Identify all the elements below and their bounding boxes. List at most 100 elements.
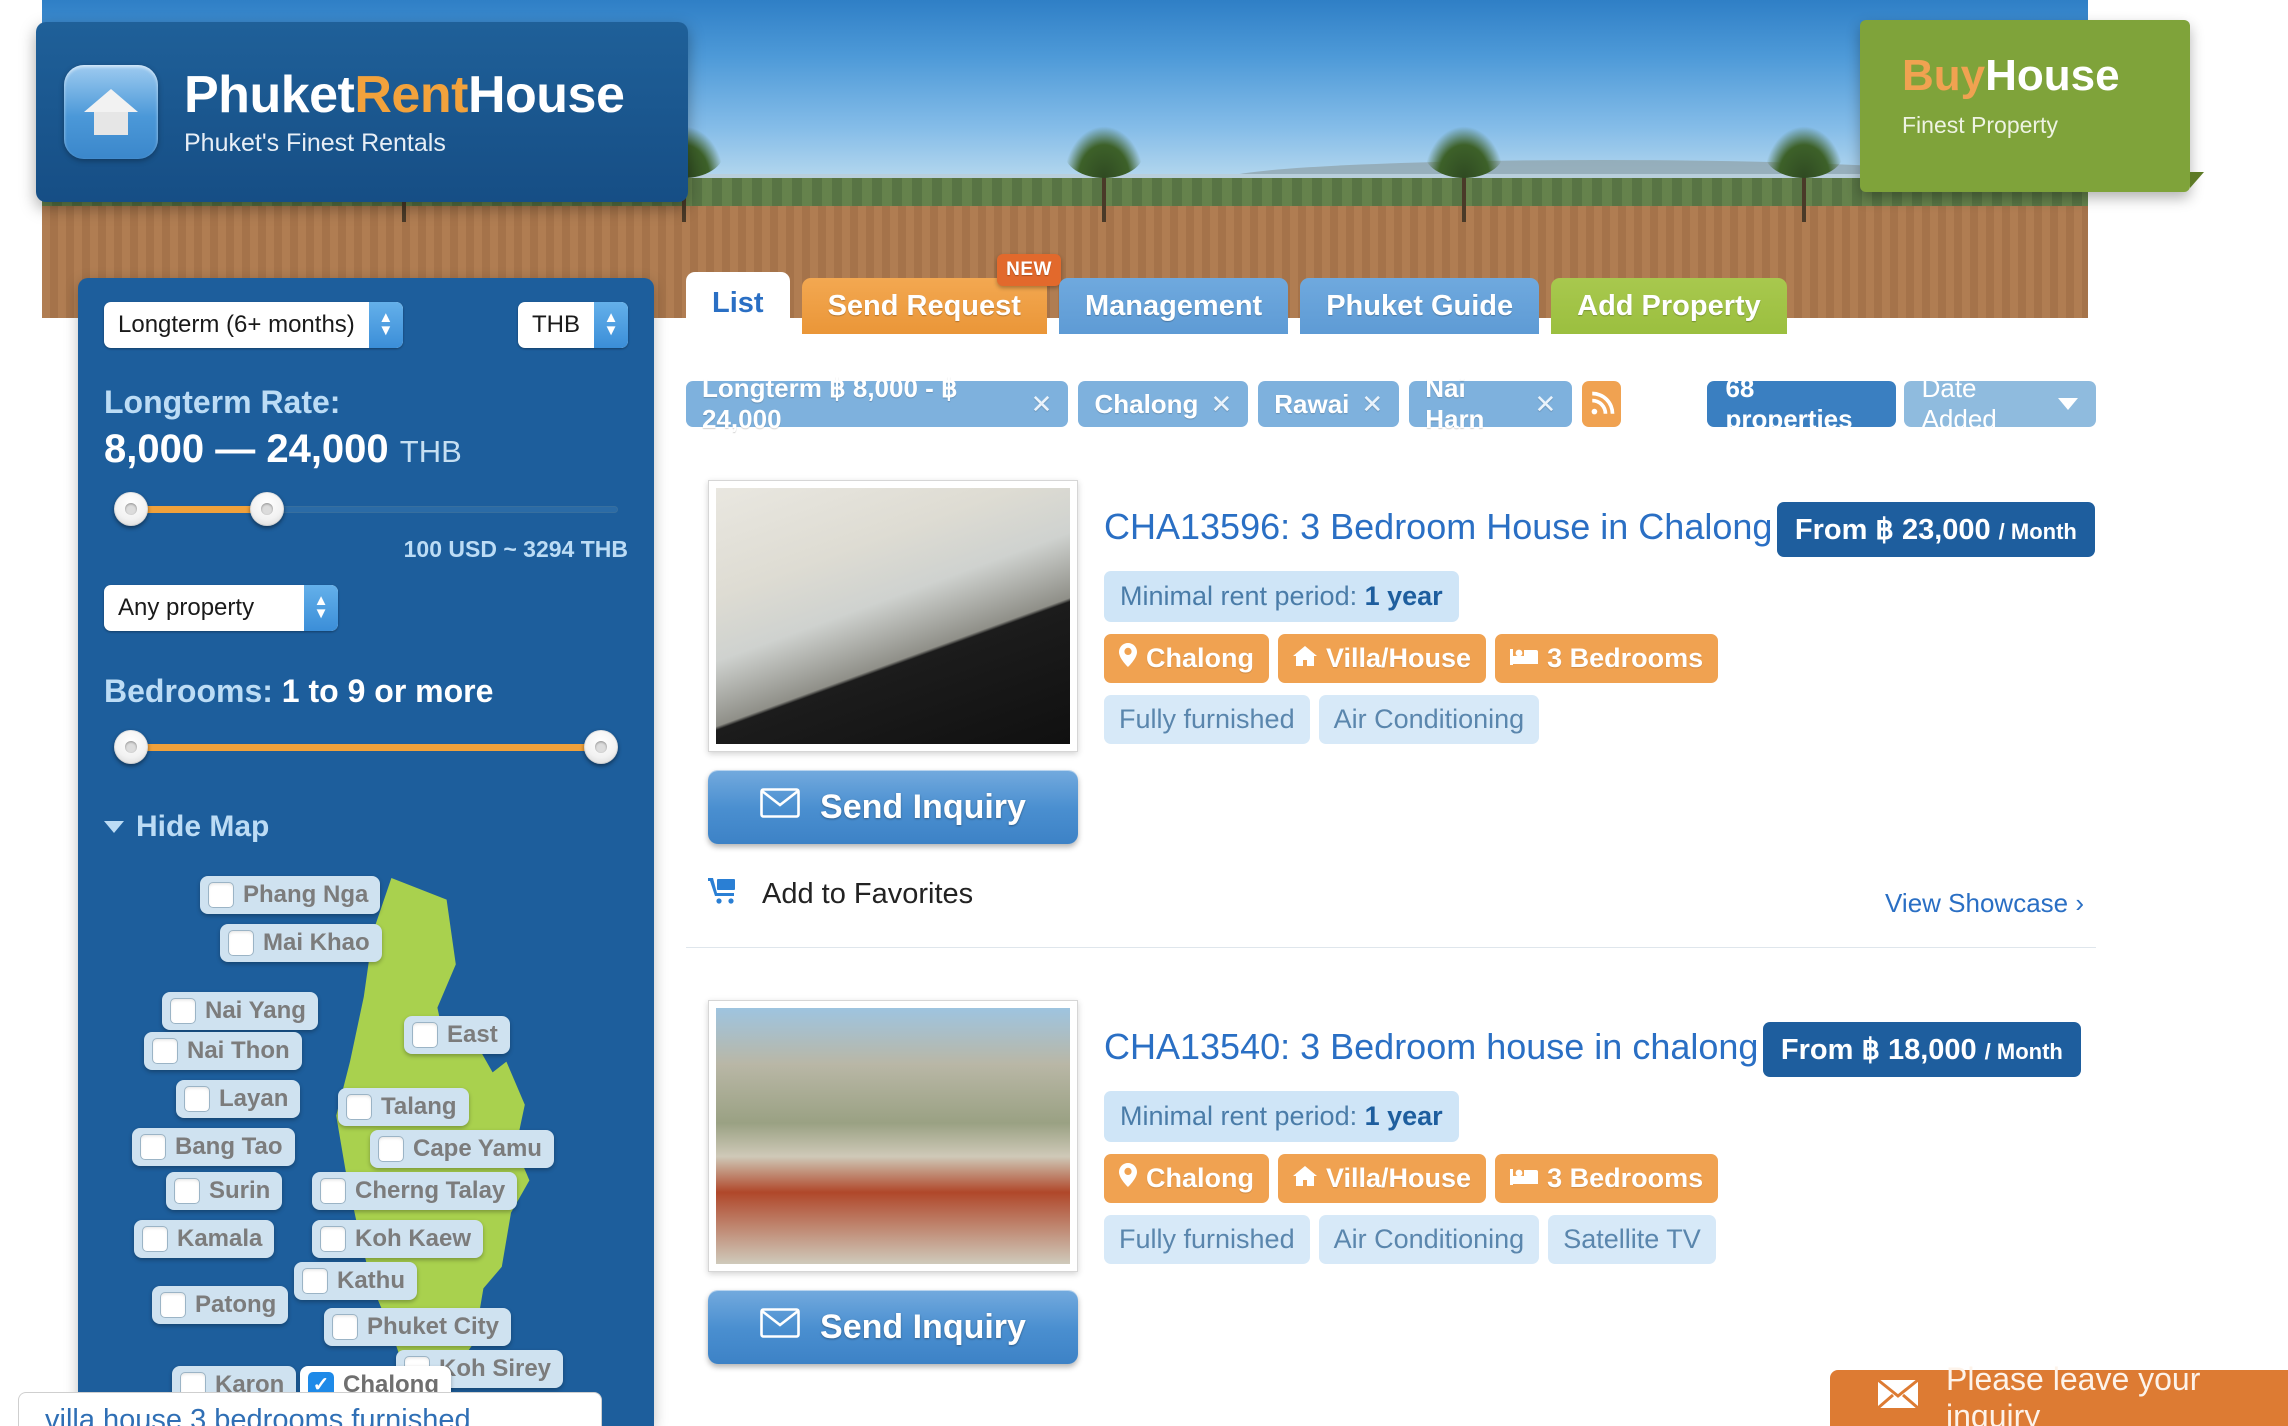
location-label: Kamala <box>177 1225 263 1252</box>
location-chip-koh-kaew[interactable]: Koh Kaew <box>312 1220 484 1258</box>
tab-management-label: Management <box>1084 289 1263 322</box>
logo-part-phuket: Phuket <box>184 65 355 124</box>
filter-tag-rawai[interactable]: Rawai ✕ <box>1258 381 1400 427</box>
site-logo-text: PhuketRentHouse Phuket's Finest Rentals <box>184 65 625 157</box>
tab-phuket-guide-label: Phuket Guide <box>1326 289 1514 322</box>
filter-tag-nai-harn[interactable]: Nai Harn ✕ <box>1409 373 1573 434</box>
location-chip-cape-yamu[interactable]: Cape Yamu <box>370 1130 554 1168</box>
filter-tag-chalong[interactable]: Chalong ✕ <box>1078 381 1249 427</box>
tab-phuket-guide[interactable]: Phuket Guide <box>1300 278 1540 334</box>
rate-label: Longterm Rate: <box>104 384 341 420</box>
location-chip-bang-tao[interactable]: Bang Tao <box>132 1128 295 1166</box>
location-chip-cherng-talay[interactable]: Cherng Talay <box>312 1172 518 1210</box>
checkbox[interactable] <box>152 1038 178 1064</box>
checkbox[interactable] <box>160 1292 186 1318</box>
slider-fill <box>131 506 267 513</box>
bedrooms-slider-max-handle[interactable] <box>584 730 618 764</box>
location-chip-talang[interactable]: Talang <box>338 1088 469 1126</box>
palm-tree-icon <box>1424 126 1504 222</box>
checkbox[interactable] <box>320 1178 346 1204</box>
checkbox[interactable] <box>346 1094 372 1120</box>
cart-icon <box>708 876 740 912</box>
rental-type-select[interactable]: Longterm (6+ months) ▲ ▼ <box>104 302 403 348</box>
envelope-icon <box>1876 1378 1920 1418</box>
location-label: Surin <box>209 1177 271 1204</box>
close-icon[interactable]: ✕ <box>1210 389 1232 420</box>
listing-thumbnail[interactable] <box>708 480 1078 752</box>
close-icon[interactable]: ✕ <box>1031 389 1053 420</box>
bedrooms-range-slider[interactable] <box>104 730 628 764</box>
checkbox[interactable] <box>378 1136 404 1162</box>
listing-title-link[interactable]: CHA13596: 3 Bedroom House in Chalong <box>1104 506 1772 547</box>
attribute-property-type: Villa/House <box>1278 1154 1487 1203</box>
site-tagline: Phuket's Finest Rentals <box>184 128 446 157</box>
checkbox[interactable] <box>332 1314 358 1340</box>
checkbox[interactable] <box>320 1226 346 1252</box>
listing-thumbnail[interactable] <box>708 1000 1078 1272</box>
checkbox[interactable] <box>142 1226 168 1252</box>
close-icon[interactable]: ✕ <box>1535 389 1557 420</box>
property-type-row: Any property ▲ ▼ <box>104 585 628 631</box>
close-icon[interactable]: ✕ <box>1361 389 1383 420</box>
location-chip-kamala[interactable]: Kamala <box>134 1220 275 1258</box>
tab-list-label: List <box>712 286 764 319</box>
send-inquiry-button[interactable]: Send Inquiry <box>708 1290 1078 1364</box>
listing-body: CHA13596: 3 Bedroom House in Chalong Fro… <box>1104 480 2096 744</box>
currency-select[interactable]: THB ▲ ▼ <box>518 302 628 348</box>
attribute-location: Chalong <box>1104 634 1269 683</box>
property-count-button[interactable]: 68 properties <box>1707 373 1896 434</box>
feature-pill: Air Conditioning <box>1318 695 1540 744</box>
checkbox[interactable] <box>170 998 196 1024</box>
checkbox[interactable] <box>184 1086 210 1112</box>
sidebar-top-row: Longterm (6+ months) ▲ ▼ THB ▲ ▼ <box>104 302 628 348</box>
hide-map-toggle[interactable]: Hide Map <box>104 810 628 844</box>
site-logo[interactable]: PhuketRentHouse Phuket's Finest Rentals <box>36 22 688 202</box>
location-chip-phang-nga[interactable]: Phang Nga <box>200 876 381 914</box>
buyhouse-logo[interactable]: BuyHouse Finest Property <box>1860 20 2204 192</box>
chevron-updown-icon: ▲ ▼ <box>304 585 338 631</box>
sort-dropdown[interactable]: Date Added <box>1903 373 2096 434</box>
checkbox[interactable] <box>302 1268 328 1294</box>
palm-tree-icon <box>1064 126 1144 222</box>
usd-conversion-note: 100 USD ~ 3294 THB <box>403 536 628 562</box>
rate-range-value: 8,000 — 24,000 <box>104 427 389 471</box>
location-chip-nai-thon[interactable]: Nai Thon <box>144 1032 302 1070</box>
bed-icon <box>1510 643 1539 674</box>
location-chip-mai-khao[interactable]: Mai Khao <box>220 924 382 962</box>
price-slider-min-handle[interactable] <box>114 492 148 526</box>
send-inquiry-button[interactable]: Send Inquiry <box>708 770 1078 844</box>
checkbox[interactable] <box>140 1134 166 1160</box>
location-chip-surin[interactable]: Surin <box>166 1172 283 1210</box>
tab-management[interactable]: Management <box>1058 278 1289 334</box>
bedrooms-slider-min-handle[interactable] <box>114 730 148 764</box>
send-inquiry-label: Send Inquiry <box>820 1307 1026 1346</box>
envelope-icon <box>760 787 800 827</box>
location-chip-east[interactable]: East <box>404 1016 510 1054</box>
location-chip-patong[interactable]: Patong <box>152 1286 289 1324</box>
location-chip-layan[interactable]: Layan <box>176 1080 301 1118</box>
tab-send-request[interactable]: Send Request NEW <box>801 254 1061 334</box>
location-chip-nai-yang[interactable]: Nai Yang <box>162 992 318 1030</box>
feature-pill: Air Conditioning <box>1318 1215 1540 1264</box>
tab-add-property[interactable]: Add Property <box>1551 278 1787 334</box>
filter-tag-price[interactable]: Longterm ฿ 8,000 - ฿ 24,000 ✕ <box>686 373 1069 434</box>
price-slider-max-handle[interactable] <box>250 492 284 526</box>
location-label: Koh Sirey <box>439 1355 552 1382</box>
checkbox[interactable] <box>208 882 234 908</box>
rss-icon[interactable] <box>1582 381 1622 427</box>
property-type-select[interactable]: Any property ▲ ▼ <box>104 585 338 631</box>
location-chip-kathu[interactable]: Kathu <box>294 1262 417 1300</box>
leave-inquiry-widget[interactable]: Please leave your inquiry <box>1830 1361 2288 1426</box>
checkbox[interactable] <box>174 1178 200 1204</box>
tab-list[interactable]: List <box>686 272 790 334</box>
price-range-slider[interactable] <box>104 492 628 526</box>
logo-part-rent: Rent <box>354 65 468 124</box>
listing-price: From ฿ 18,000 <box>1780 1034 1977 1066</box>
location-chip-phuket-city[interactable]: Phuket City <box>324 1308 512 1346</box>
checkbox[interactable] <box>412 1022 438 1048</box>
attribute-bedrooms: 3 Bedrooms <box>1495 634 1719 683</box>
map-tooltip: villa house 3 bedrooms furnished <box>18 1392 602 1426</box>
checkbox[interactable] <box>228 930 254 956</box>
filter-tag-label: Chalong <box>1094 388 1199 419</box>
listing-title-link[interactable]: CHA13540: 3 Bedroom house in chalong <box>1104 1026 1758 1067</box>
